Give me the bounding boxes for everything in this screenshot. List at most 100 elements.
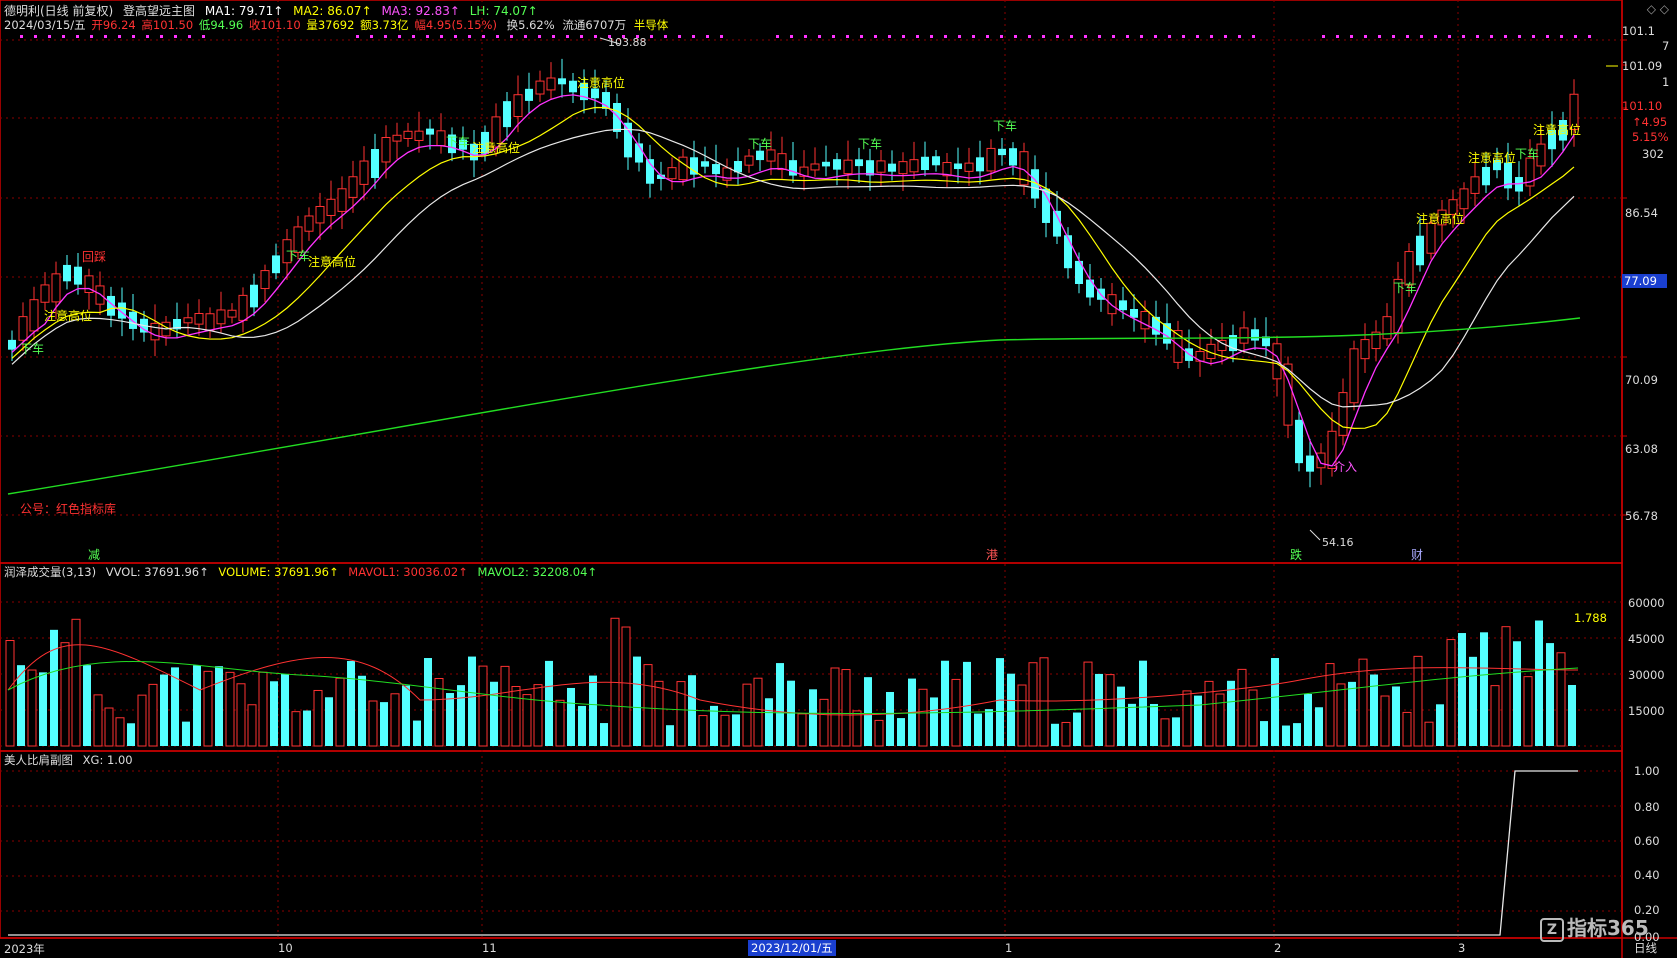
- indicator-name[interactable]: 登高望远主图: [123, 4, 195, 18]
- candle-up: [777, 153, 787, 171]
- candle-up: [1349, 348, 1359, 404]
- volume-bar-down: [1128, 703, 1136, 746]
- xg-signal-line: [8, 770, 1578, 936]
- volume-bar-up: [1402, 711, 1412, 747]
- volume-bar-up: [1105, 674, 1115, 747]
- volume-bar-down: [996, 658, 1004, 746]
- volume-bar-up: [1215, 693, 1225, 747]
- candle-up: [359, 160, 369, 185]
- quote-high: 高101.50: [141, 18, 194, 32]
- volume-bar-up: [841, 669, 851, 747]
- quote-amount: 额3.73亿: [360, 18, 409, 32]
- top-dot: [650, 35, 653, 38]
- candle-down: [1042, 188, 1050, 223]
- volume-bar-down: [182, 721, 190, 746]
- volume-bar-down: [589, 675, 597, 746]
- candle-down: [756, 150, 764, 161]
- signal-high-3: 注意高位: [472, 141, 521, 155]
- event-marker-2[interactable]: 港: [986, 546, 998, 563]
- candle-up: [183, 317, 193, 324]
- volume-bar-down: [567, 687, 575, 746]
- candle-up: [260, 270, 270, 290]
- stock-chart-canvas[interactable]: [0, 0, 1677, 958]
- volume-bar-up: [236, 683, 246, 747]
- volume-bar-down: [1260, 721, 1268, 746]
- candle-up: [326, 198, 336, 216]
- volume-bar-up: [1358, 658, 1368, 747]
- candle-down: [525, 88, 533, 101]
- top-dot: [776, 35, 779, 38]
- top-dot: [1448, 35, 1451, 38]
- event-marker-3[interactable]: 跌: [1290, 546, 1302, 563]
- candle-up: [216, 309, 226, 325]
- current-price-marker[interactable]: 77.09: [1622, 274, 1667, 288]
- signal-exit-5: 下车: [858, 137, 883, 151]
- event-marker-1[interactable]: 减: [88, 546, 100, 563]
- quote-low: 低94.96: [198, 18, 244, 32]
- volume-bar-up: [1039, 657, 1049, 747]
- top-dot: [958, 35, 961, 38]
- candle-up: [810, 163, 820, 171]
- top-dot: [1476, 35, 1479, 38]
- xg-value: XG: 1.00: [82, 753, 133, 767]
- candle-down: [976, 157, 984, 172]
- volume-bar-down: [303, 710, 311, 746]
- top-dot: [440, 35, 443, 38]
- candle-up: [898, 161, 908, 175]
- candle-down: [932, 156, 940, 166]
- volume-bar-down: [578, 705, 586, 746]
- candle-down: [789, 160, 797, 176]
- volume-bar-down: [1392, 686, 1400, 746]
- candle-down: [701, 161, 709, 167]
- top-dot: [1546, 35, 1549, 38]
- quote-sector[interactable]: 半导体: [634, 18, 669, 32]
- volume-bar-up: [874, 719, 884, 747]
- top-dot: [1224, 35, 1227, 38]
- top-dot: [1350, 35, 1353, 38]
- volume-bar-down: [1568, 684, 1576, 746]
- volume-bar-down: [1315, 707, 1323, 746]
- xg-panel-frame: [0, 750, 1623, 939]
- candle-up: [348, 176, 358, 198]
- volume-bar-up: [1237, 668, 1247, 747]
- top-dot: [930, 35, 933, 38]
- top-dot: [1210, 35, 1213, 38]
- candle-down: [426, 128, 434, 135]
- candle-up: [403, 130, 413, 139]
- volume-bar-down: [39, 672, 47, 746]
- candle-up: [150, 322, 160, 341]
- stock-name[interactable]: 德明利(日线 前复权): [4, 4, 113, 18]
- volume-bar-down: [358, 675, 366, 746]
- candle-up: [194, 313, 204, 325]
- vol-axis-15000: 15000: [1628, 704, 1665, 718]
- top-dot: [1112, 35, 1115, 38]
- period-label[interactable]: 日线: [1634, 940, 1657, 956]
- volume-bar-down: [985, 709, 993, 746]
- xg-axis-06: 0.60: [1634, 834, 1660, 848]
- candle-up: [546, 77, 556, 91]
- top-dot: [1490, 35, 1493, 38]
- top-dot: [874, 35, 877, 38]
- volume-bar-down: [1194, 695, 1202, 746]
- quote-float-cap: 流通6707万: [562, 18, 627, 32]
- xg-panel-title[interactable]: 美人比肩副图: [4, 753, 73, 767]
- event-marker-4[interactable]: 财: [1411, 546, 1423, 563]
- top-dot: [118, 35, 121, 38]
- candle-down: [63, 264, 71, 282]
- volume-bar-down: [1370, 674, 1378, 746]
- signal-high-4: 注意高位: [577, 76, 626, 90]
- top-dot: [1462, 35, 1465, 38]
- volume-bar-up: [115, 717, 125, 747]
- volume-bar-up: [500, 665, 510, 747]
- top-dot: [356, 35, 359, 38]
- volume-bar-up: [104, 707, 114, 747]
- volume-panel-title[interactable]: 润泽成交量(3,13): [4, 565, 96, 579]
- top-dot: [664, 35, 667, 38]
- candle-down: [1482, 166, 1490, 186]
- signal-exit-2: 下车: [286, 249, 311, 263]
- axis-pct: 5.15%: [1632, 130, 1669, 144]
- window-controls-icon[interactable]: ◇ ◇: [1647, 2, 1669, 16]
- volume-bar-down: [886, 691, 894, 746]
- candle-up: [337, 188, 347, 212]
- volume-value: VOLUME: 37691.96↑: [218, 565, 339, 579]
